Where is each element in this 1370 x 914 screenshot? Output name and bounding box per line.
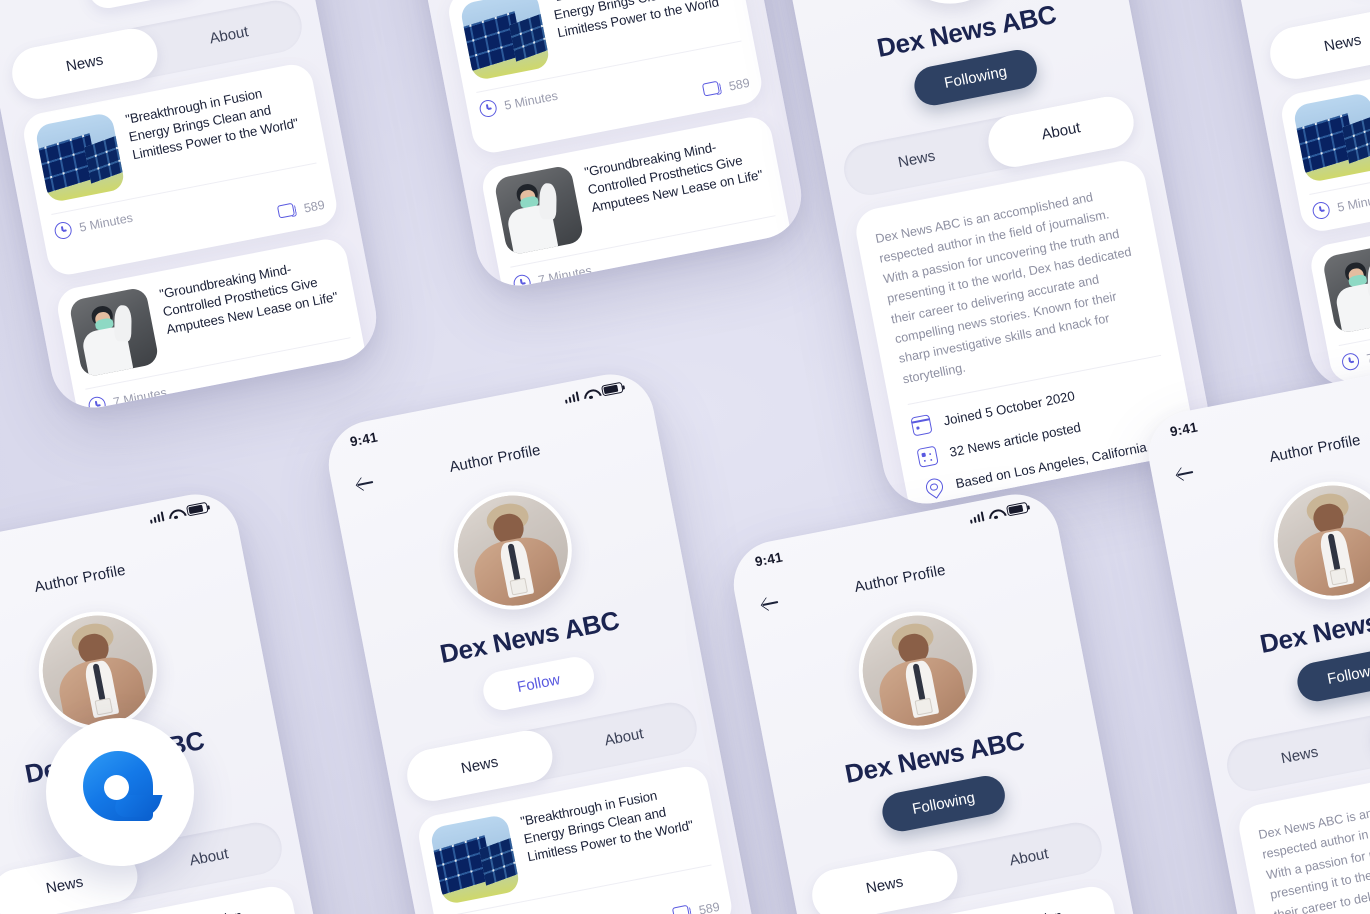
following-button[interactable]: Following xyxy=(911,46,1040,109)
article-read-time: 5 Minutes xyxy=(503,88,559,113)
document-icon xyxy=(916,445,939,468)
phone-mockup-profile-follow: 9:41 Author Profile Dex News ABC Follow xyxy=(321,366,779,914)
clock-icon xyxy=(87,395,108,416)
article-title: "Breakthrough in Fusion Energy Brings Cl… xyxy=(924,897,1115,914)
article-comment-count: 589 xyxy=(727,75,751,94)
comment-icon xyxy=(277,202,298,221)
phone-mockup-news-follow: 9:41 Author Profile Dex News ABC Follow xyxy=(0,0,384,416)
clock-icon xyxy=(53,220,74,241)
back-icon[interactable] xyxy=(1172,461,1198,487)
article-comment-count: 589 xyxy=(697,899,721,914)
phone-mockup-profile-following: 9:41 Author Profile Dex News ABC Followi… xyxy=(726,486,1184,914)
back-icon[interactable] xyxy=(757,591,783,617)
comment-icon xyxy=(736,255,757,274)
clock-icon xyxy=(478,98,499,119)
phone-mockup-toast: 9:41 Author Profile Dex News ABC Followi… xyxy=(351,0,809,294)
clock-icon xyxy=(1311,200,1332,221)
phone-mockup-logo: 9:41 Author Profile Dex News ABC Follow xyxy=(0,486,364,914)
article-thumbnail xyxy=(493,164,585,256)
app-logo-badge xyxy=(46,718,194,866)
article-thumbnail xyxy=(429,813,521,906)
wifi-icon xyxy=(987,507,1003,519)
article-read-time: 7 Minutes xyxy=(536,262,593,287)
comment-icon xyxy=(702,80,723,99)
back-icon[interactable] xyxy=(352,471,378,497)
status-time: 9:41 xyxy=(753,549,784,570)
article-comment-count: 589 xyxy=(302,197,326,216)
phone-mockup-edge-about: 9:41 Author Profile Dex News ABC Followi… xyxy=(1141,356,1370,914)
status-time: 9:41 xyxy=(1168,419,1199,440)
follow-button[interactable]: Follow xyxy=(480,653,598,714)
article-title: "Breakthrough in Fusion Energy Brings Cl… xyxy=(104,897,295,914)
article-thumbnail xyxy=(459,0,551,82)
article-thumbnail xyxy=(68,286,160,378)
article-read-time: 5 Minutes xyxy=(1336,190,1370,215)
wifi-icon xyxy=(167,507,183,519)
news-card[interactable]: "Artificial Intelligence Achieves xyxy=(513,288,809,294)
article-thumbnail xyxy=(34,111,126,204)
news-card[interactable]: "Artificial Intelligence Achieves xyxy=(88,410,384,416)
about-bio: Dex News ABC is an accomplished and resp… xyxy=(1257,786,1370,914)
clock-icon xyxy=(512,273,533,294)
battery-icon xyxy=(1005,501,1029,517)
avatar xyxy=(28,601,167,740)
about-bio: Dex News ABC is an accomplished and resp… xyxy=(874,190,1133,387)
signal-icon xyxy=(968,510,985,524)
avatar xyxy=(443,481,582,620)
avatar xyxy=(848,601,987,740)
app-logo-icon xyxy=(77,749,163,835)
phone-mockup-edge-news: 9:41 Author Profile Dex News ABC Follow … xyxy=(1184,0,1370,396)
following-button[interactable]: Following xyxy=(879,772,1008,835)
following-button[interactable]: Following xyxy=(1294,642,1370,705)
comment-icon xyxy=(311,377,332,396)
news-list: "Breakthrough in Fusion Energy Brings Cl… xyxy=(0,44,384,416)
avatar xyxy=(1263,471,1370,610)
calendar-icon xyxy=(910,414,933,437)
status-time: 9:41 xyxy=(348,429,379,450)
signal-icon xyxy=(563,390,580,404)
wifi-icon xyxy=(582,387,598,399)
signal-icon xyxy=(148,510,165,524)
battery-icon xyxy=(600,381,624,397)
article-read-time: 5 Minutes xyxy=(78,210,134,235)
news-list: "Breakthrough in Fusion Energy Brings Cl… xyxy=(425,0,809,294)
article-read-time: 7 Minutes xyxy=(1365,341,1370,366)
clock-icon xyxy=(1340,351,1361,372)
article-thumbnail xyxy=(1321,242,1370,335)
article-thumbnail xyxy=(1292,91,1370,184)
battery-icon xyxy=(185,501,209,517)
article-comment-count: 459 xyxy=(336,372,360,391)
toast-message: Successfully followed Dex News ABC! xyxy=(561,288,791,293)
article-read-time: 7 Minutes xyxy=(111,384,168,409)
comment-icon xyxy=(672,904,693,914)
article-comment-count: 459 xyxy=(761,250,785,269)
mockup-stage: 9:41 Author Profile Dex News ABC Follow xyxy=(0,0,1370,914)
location-pin-icon xyxy=(923,477,945,499)
follow-button[interactable]: Follow xyxy=(85,0,203,12)
